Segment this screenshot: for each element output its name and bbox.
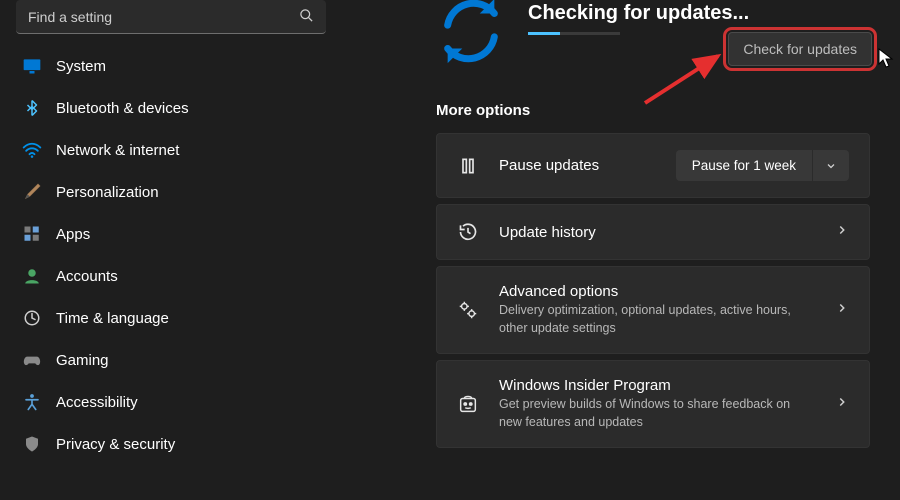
search-icon (299, 8, 314, 26)
chevron-down-icon (813, 150, 849, 181)
sidebar-item-personalization[interactable]: Personalization (10, 172, 332, 212)
sidebar-item-system[interactable]: System (10, 46, 332, 86)
chevron-right-icon (835, 301, 849, 320)
sidebar-item-label: System (56, 58, 106, 75)
sidebar-item-time-language[interactable]: Time & language (10, 298, 332, 338)
insider-icon (457, 393, 479, 415)
sidebar-item-privacy[interactable]: Privacy & security (10, 424, 332, 464)
sidebar-item-label: Accounts (56, 268, 118, 285)
bluetooth-icon (22, 98, 42, 118)
sidebar-item-accounts[interactable]: Accounts (10, 256, 332, 296)
shield-icon (22, 434, 42, 454)
monitor-icon (22, 56, 42, 76)
sidebar-item-label: Bluetooth & devices (56, 100, 189, 117)
search-placeholder: Find a setting (28, 9, 299, 25)
person-icon (22, 266, 42, 286)
sidebar-item-apps[interactable]: Apps (10, 214, 332, 254)
pause-updates-card[interactable]: Pause updates Pause for 1 week (436, 133, 870, 198)
chevron-right-icon (835, 223, 849, 242)
sync-icon (436, 0, 506, 66)
accessibility-icon (22, 392, 42, 412)
sidebar-item-label: Apps (56, 226, 90, 243)
pause-duration-select[interactable]: Pause for 1 week (676, 150, 849, 181)
sidebar-item-label: Gaming (56, 352, 109, 369)
update-status-row: Checking for updates... Check for update… (436, 0, 870, 66)
update-history-card[interactable]: Update history (436, 204, 870, 260)
check-for-updates-button[interactable]: Check for updates (728, 32, 872, 66)
status-title: Checking for updates... (528, 0, 870, 26)
sidebar-item-label: Privacy & security (56, 436, 175, 453)
insider-program-card[interactable]: Windows Insider Program Get preview buil… (436, 360, 870, 448)
sidebar-item-label: Time & language (56, 310, 169, 327)
card-desc: Delivery optimization, optional updates,… (499, 302, 815, 337)
history-icon (457, 221, 479, 243)
card-desc: Get preview builds of Windows to share f… (499, 396, 815, 431)
apps-icon (22, 224, 42, 244)
pause-select-label: Pause for 1 week (676, 150, 813, 181)
sidebar-item-bluetooth[interactable]: Bluetooth & devices (10, 88, 332, 128)
sidebar-item-label: Network & internet (56, 142, 179, 159)
wifi-icon (22, 140, 42, 160)
card-title: Pause updates (499, 157, 656, 174)
card-title: Windows Insider Program (499, 377, 815, 394)
sidebar-item-gaming[interactable]: Gaming (10, 340, 332, 380)
clock-globe-icon (22, 308, 42, 328)
sidebar-item-network[interactable]: Network & internet (10, 130, 332, 170)
paintbrush-icon (22, 182, 42, 202)
chevron-right-icon (835, 395, 849, 414)
search-input[interactable]: Find a setting (16, 0, 326, 34)
sidebar-item-label: Personalization (56, 184, 159, 201)
sidebar-item-accessibility[interactable]: Accessibility (10, 382, 332, 422)
card-title: Advanced options (499, 283, 815, 300)
sidebar: Find a setting System Bluetooth & device… (0, 0, 336, 500)
main-content: Checking for updates... Check for update… (336, 0, 900, 500)
gamepad-icon (22, 350, 42, 370)
advanced-options-card[interactable]: Advanced options Delivery optimization, … (436, 266, 870, 354)
more-options-heading: More options (436, 102, 870, 119)
progress-bar (528, 32, 620, 35)
gears-icon (457, 299, 479, 321)
pause-icon (457, 155, 479, 177)
sidebar-item-label: Accessibility (56, 394, 138, 411)
card-title: Update history (499, 224, 815, 241)
